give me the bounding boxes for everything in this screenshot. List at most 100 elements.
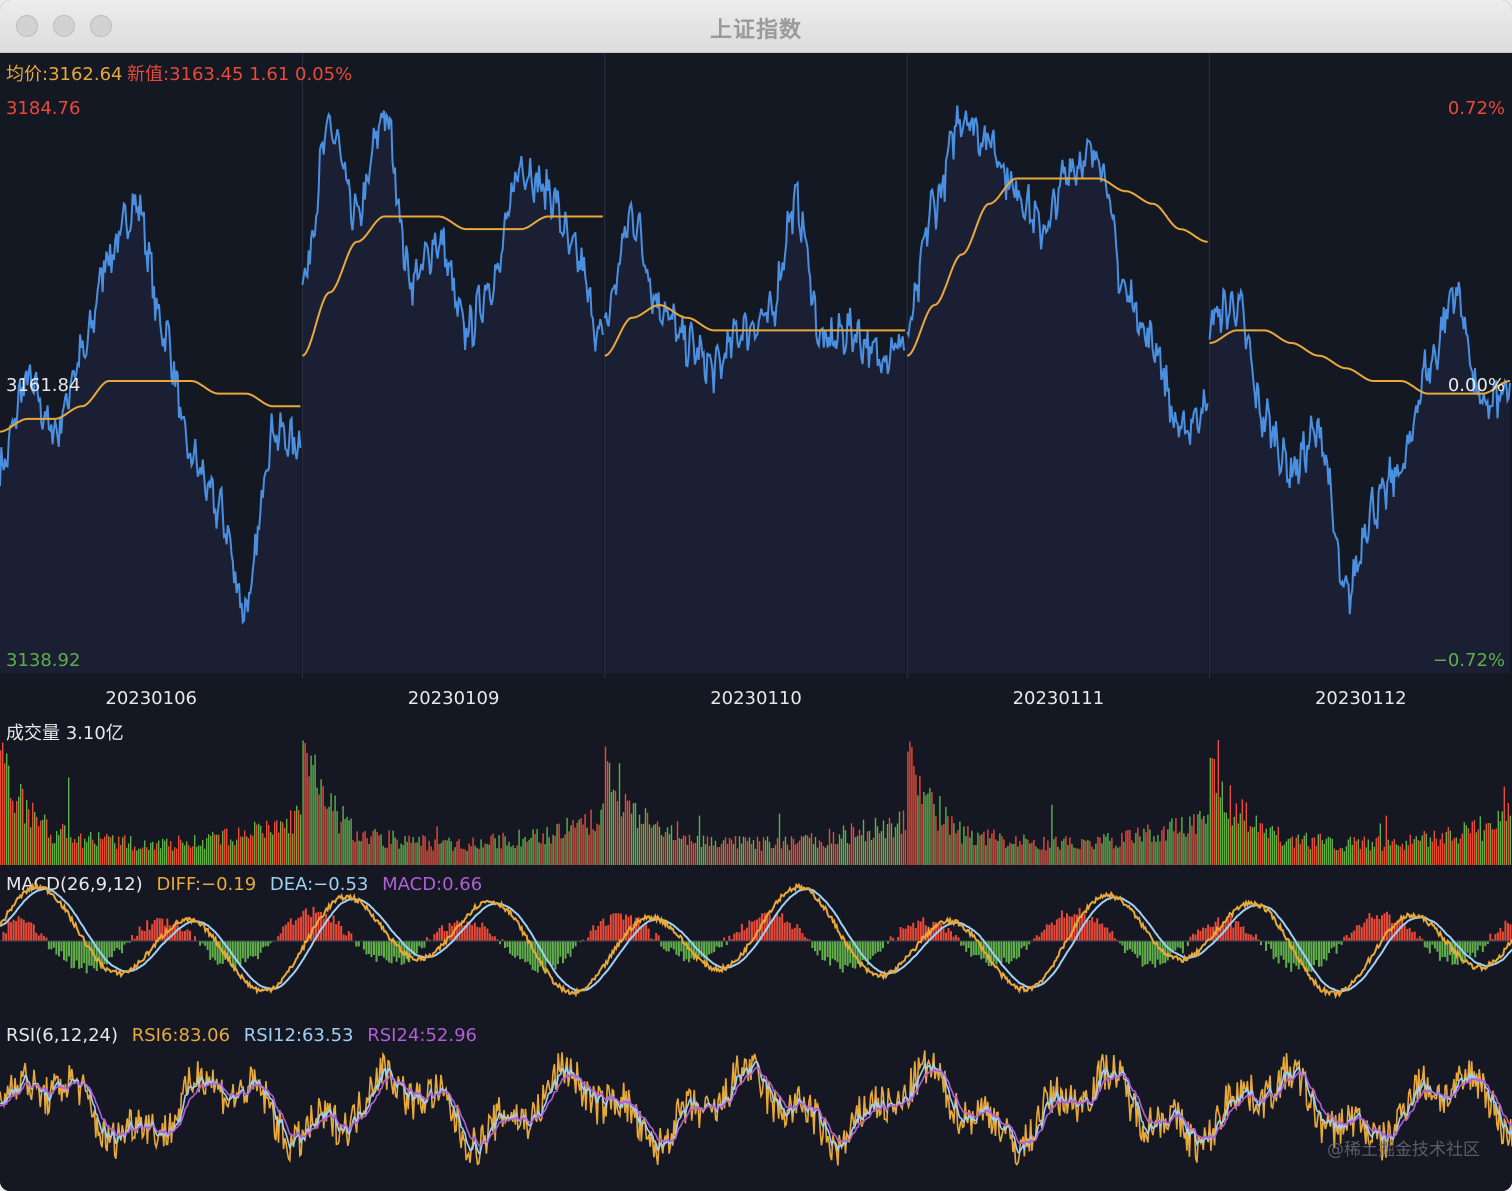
volume-bar xyxy=(640,823,643,865)
macd-bar xyxy=(1360,927,1363,941)
macd-bar xyxy=(743,930,746,941)
volume-bar xyxy=(532,829,534,865)
volume-bar xyxy=(230,839,232,865)
volume-bar xyxy=(1271,825,1273,865)
macd-bar xyxy=(461,926,464,941)
volume-bar xyxy=(1331,838,1333,865)
macd-bar xyxy=(88,941,91,966)
chart-area[interactable]: 均价:3162.64 新值:3163.45 1.61 0.05% 3184.76… xyxy=(0,53,1512,1191)
volume-bar xyxy=(88,836,90,865)
volume-bar xyxy=(852,827,855,865)
macd-bar xyxy=(1323,941,1325,960)
stock-chart-svg[interactable]: 均价:3162.64 新值:3163.45 1.61 0.05% 3184.76… xyxy=(0,53,1512,1191)
volume-bar xyxy=(1063,838,1065,865)
macd-bar xyxy=(17,916,20,941)
volume-bar xyxy=(240,836,242,865)
volume-bar xyxy=(578,819,580,865)
volume-bar xyxy=(1131,840,1133,865)
volume-bar xyxy=(967,826,969,865)
volume-bar xyxy=(746,841,749,865)
volume-bar xyxy=(1353,837,1355,865)
macd-bar xyxy=(1247,933,1250,941)
volume-bar xyxy=(52,843,54,865)
volume-bar xyxy=(1299,844,1301,865)
volume-bar xyxy=(752,840,755,865)
volume-bar xyxy=(702,835,705,865)
volume-bar xyxy=(1367,839,1369,865)
volume-bar xyxy=(706,836,709,865)
volume-bar xyxy=(466,851,468,865)
volume-bar xyxy=(951,816,953,865)
volume-bar xyxy=(396,839,398,865)
volume-bar xyxy=(342,806,344,865)
macd-bar xyxy=(509,941,511,954)
volume-bar xyxy=(698,815,701,865)
macd-bar xyxy=(612,913,615,941)
volume-bar xyxy=(682,835,685,865)
macd-bar xyxy=(252,941,254,957)
volume-bar xyxy=(900,833,903,865)
volume-bar xyxy=(254,821,256,865)
macd-bar xyxy=(1066,913,1068,941)
volume-bar xyxy=(642,823,645,865)
volume-bar xyxy=(690,841,693,865)
macd-bar xyxy=(1154,941,1157,968)
volume-bar xyxy=(418,836,420,865)
volume-bar xyxy=(446,840,448,865)
volume-bar xyxy=(576,822,578,865)
volume-bar xyxy=(921,804,923,865)
volume-bar xyxy=(262,833,264,865)
volume-bar xyxy=(624,793,627,865)
volume-bar xyxy=(392,830,394,865)
macd-bar xyxy=(514,941,517,958)
volume-bar xyxy=(782,841,785,865)
volume-bar xyxy=(740,843,743,865)
volume-bar xyxy=(384,847,386,865)
volume-bar xyxy=(56,831,58,865)
volume-bar xyxy=(220,844,222,865)
macd-bar xyxy=(952,936,955,941)
volume-bar xyxy=(1289,838,1291,865)
volume-bar xyxy=(518,829,520,865)
macd-bar xyxy=(418,941,421,947)
volume-bar xyxy=(1193,814,1195,865)
macd-bar xyxy=(602,918,605,941)
macd-bar xyxy=(975,941,978,956)
volume-bar xyxy=(1359,848,1361,865)
macd-bar xyxy=(481,922,484,941)
volume-bar xyxy=(878,833,881,865)
volume-bar xyxy=(1369,850,1371,865)
volume-bar xyxy=(929,787,931,865)
volume-bar xyxy=(796,843,799,865)
volume-bar xyxy=(684,836,687,865)
macd-bar xyxy=(642,925,645,941)
macd-bar xyxy=(824,941,826,961)
macd-bar xyxy=(1234,921,1237,941)
macd-bar xyxy=(955,935,958,941)
volume-bar xyxy=(987,829,989,865)
macd-bar xyxy=(5,933,7,941)
volume-bar xyxy=(1173,831,1175,865)
macd-bar xyxy=(1464,941,1467,961)
volume-bar xyxy=(864,841,867,865)
volume-bar xyxy=(76,842,78,865)
volume-bar xyxy=(652,824,655,865)
macd-bar xyxy=(204,941,207,946)
macd-bar xyxy=(153,920,156,941)
volume-bar xyxy=(672,840,675,865)
macd-bar xyxy=(604,925,607,941)
volume-bar xyxy=(953,823,955,865)
volume-bar xyxy=(678,838,681,865)
volume-bar xyxy=(200,845,202,865)
macd-bar xyxy=(776,912,779,941)
macd-bar xyxy=(1481,941,1484,952)
macd-bar xyxy=(572,941,574,949)
volume-bar xyxy=(726,843,729,865)
volume-bar xyxy=(620,816,623,865)
macd-bar xyxy=(1318,941,1320,967)
macd-bar xyxy=(330,922,333,941)
volume-bar xyxy=(919,776,921,865)
volume-bar xyxy=(728,837,731,865)
volume-bar xyxy=(904,829,907,865)
macd-bar xyxy=(1375,915,1378,941)
